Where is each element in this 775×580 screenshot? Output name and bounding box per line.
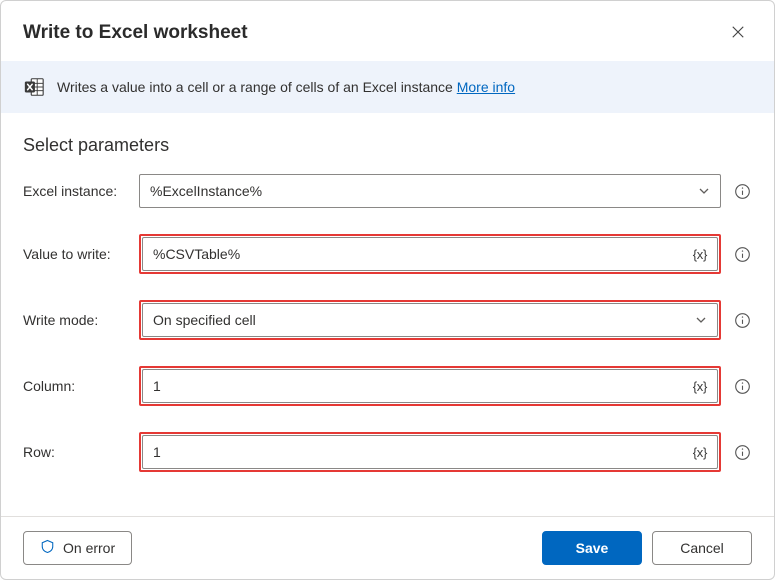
- dialog-title: Write to Excel worksheet: [23, 22, 724, 44]
- chevron-down-icon: [689, 314, 707, 326]
- row-write-mode: Write mode: On specified cell: [23, 300, 752, 340]
- titlebar: Write to Excel worksheet: [1, 1, 774, 61]
- row-column: Column: {x}: [23, 366, 752, 406]
- dialog-write-to-excel-worksheet: Write to Excel worksheet Writes a value …: [0, 0, 775, 580]
- banner-desc: Writes a value into a cell or a range of…: [57, 79, 457, 95]
- input-row[interactable]: {x}: [142, 435, 718, 469]
- info-banner-text: Writes a value into a cell or a range of…: [57, 79, 515, 95]
- label-row: Row:: [23, 444, 139, 460]
- close-icon: [731, 25, 745, 42]
- cancel-button[interactable]: Cancel: [652, 531, 752, 565]
- input-column-text[interactable]: [153, 378, 687, 394]
- excel-icon: [23, 76, 45, 98]
- info-row[interactable]: [732, 442, 752, 462]
- fieldwrap-write-mode: On specified cell: [139, 300, 721, 340]
- info-write-mode[interactable]: [732, 310, 752, 330]
- variable-picker-icon[interactable]: {x}: [687, 247, 707, 262]
- content-area: Select parameters Excel instance: %Excel…: [1, 113, 774, 516]
- on-error-label: On error: [63, 540, 115, 556]
- chevron-down-icon: [692, 185, 710, 197]
- fieldwrap-value-to-write: {x}: [139, 234, 721, 274]
- fieldwrap-column: {x}: [139, 366, 721, 406]
- input-row-text[interactable]: [153, 444, 687, 460]
- label-value-to-write: Value to write:: [23, 246, 139, 262]
- shield-icon: [40, 539, 55, 557]
- save-label: Save: [576, 540, 609, 556]
- variable-picker-icon[interactable]: {x}: [687, 445, 707, 460]
- cancel-label: Cancel: [680, 540, 724, 556]
- row-excel-instance: Excel instance: %ExcelInstance%: [23, 174, 752, 208]
- more-info-link[interactable]: More info: [457, 79, 515, 95]
- close-button[interactable]: [724, 19, 752, 47]
- variable-picker-icon[interactable]: {x}: [687, 379, 707, 394]
- info-banner: Writes a value into a cell or a range of…: [1, 61, 774, 113]
- select-write-mode[interactable]: On specified cell: [142, 303, 718, 337]
- input-value-to-write[interactable]: {x}: [142, 237, 718, 271]
- input-value-to-write-text[interactable]: [153, 246, 687, 262]
- label-column: Column:: [23, 378, 139, 394]
- fieldwrap-row: {x}: [139, 432, 721, 472]
- select-excel-instance-value: %ExcelInstance%: [150, 183, 262, 199]
- info-column[interactable]: [732, 376, 752, 396]
- save-button[interactable]: Save: [542, 531, 642, 565]
- on-error-button[interactable]: On error: [23, 531, 132, 565]
- row-row: Row: {x}: [23, 432, 752, 472]
- dialog-footer: On error Save Cancel: [1, 516, 774, 579]
- info-value-to-write[interactable]: [732, 244, 752, 264]
- row-value-to-write: Value to write: {x}: [23, 234, 752, 274]
- input-column[interactable]: {x}: [142, 369, 718, 403]
- fieldwrap-excel-instance: %ExcelInstance%: [139, 174, 721, 208]
- select-write-mode-value: On specified cell: [153, 312, 256, 328]
- info-excel-instance[interactable]: [732, 181, 752, 201]
- label-write-mode: Write mode:: [23, 312, 139, 328]
- section-title: Select parameters: [23, 135, 752, 156]
- select-excel-instance[interactable]: %ExcelInstance%: [139, 174, 721, 208]
- label-excel-instance: Excel instance:: [23, 183, 139, 199]
